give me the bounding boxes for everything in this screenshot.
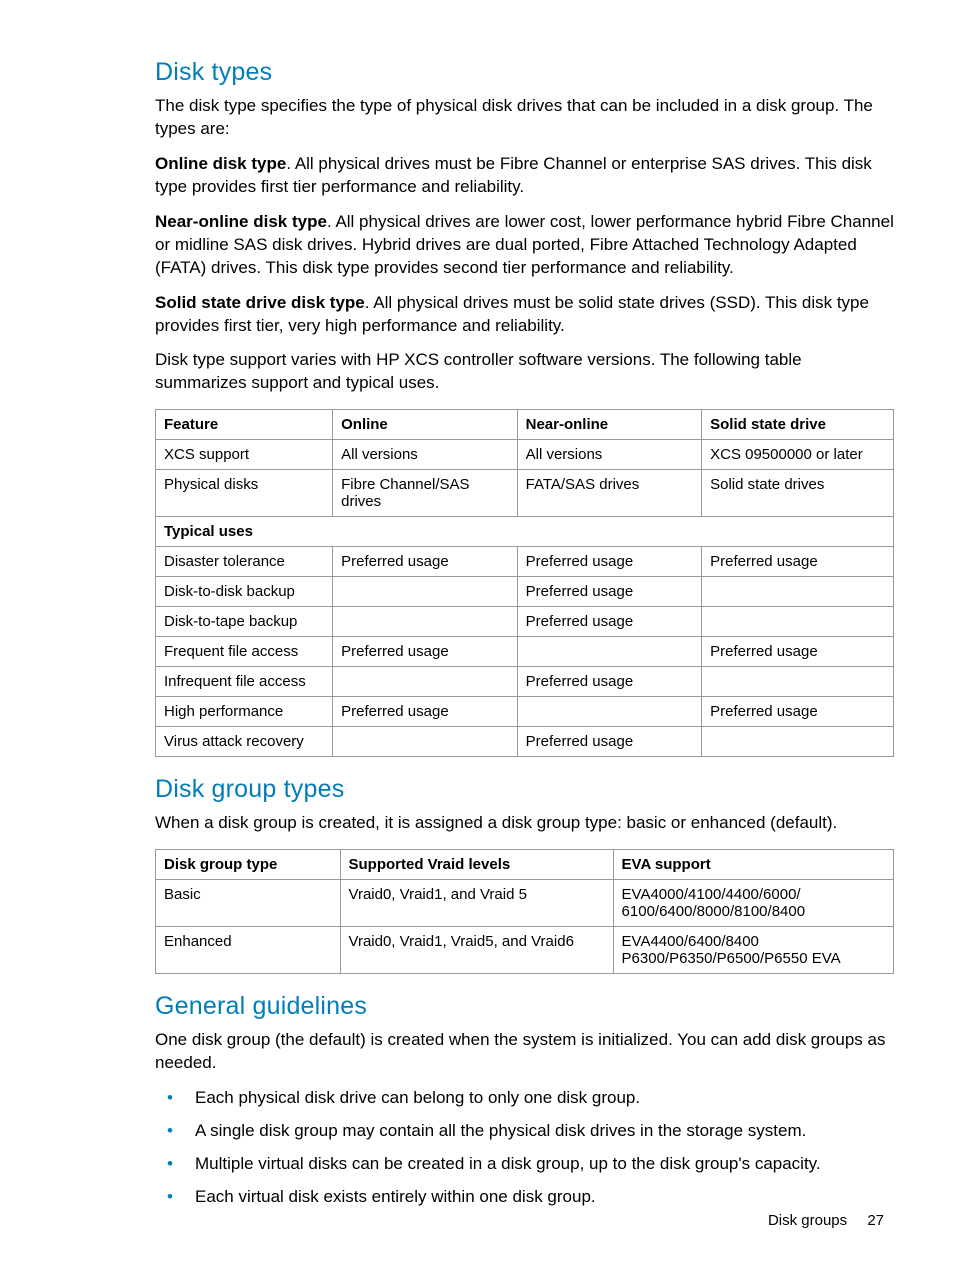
table-row: High performance Preferred usage Preferr… — [156, 697, 894, 727]
table-cell: FATA/SAS drives — [517, 470, 702, 517]
table-cell: Virus attack recovery — [156, 727, 333, 757]
table-cell — [702, 667, 894, 697]
heading-general-guidelines: General guidelines — [155, 992, 894, 1021]
table-cell: Preferred usage — [702, 697, 894, 727]
table-cell — [702, 607, 894, 637]
column-header: Solid state drive — [702, 410, 894, 440]
table-row: Physical disks Fibre Channel/SAS drives … — [156, 470, 894, 517]
column-header: Feature — [156, 410, 333, 440]
table-cell: Disk-to-tape backup — [156, 607, 333, 637]
column-header: EVA support — [613, 850, 893, 880]
body-text: Online disk type. All physical drives mu… — [155, 153, 894, 199]
table-row: Basic Vraid0, Vraid1, and Vraid 5 EVA400… — [156, 880, 894, 927]
column-header: Online — [333, 410, 518, 440]
list-item: Each physical disk drive can belong to o… — [155, 1087, 894, 1110]
table-cell — [333, 727, 518, 757]
list-item: A single disk group may contain all the … — [155, 1120, 894, 1143]
table-cell: Preferred usage — [333, 697, 518, 727]
disk-group-types-table: Disk group type Supported Vraid levels E… — [155, 849, 894, 974]
table-row: XCS support All versions All versions XC… — [156, 440, 894, 470]
table-cell: Preferred usage — [333, 637, 518, 667]
table-cell: EVA4400/6400/8400 P6300/P6350/P6500/P655… — [613, 927, 893, 974]
table-cell: Disaster tolerance — [156, 547, 333, 577]
table-cell: XCS 09500000 or later — [702, 440, 894, 470]
table-cell: Preferred usage — [333, 547, 518, 577]
guidelines-list: Each physical disk drive can belong to o… — [155, 1087, 894, 1209]
term-near-online: Near-online disk type — [155, 212, 327, 231]
document-page: Disk types The disk type specifies the t… — [0, 0, 954, 1271]
column-header: Near-online — [517, 410, 702, 440]
body-text: Near-online disk type. All physical driv… — [155, 211, 894, 280]
table-cell: Vraid0, Vraid1, Vraid5, and Vraid6 — [340, 927, 613, 974]
table-cell — [702, 577, 894, 607]
table-cell: Infrequent file access — [156, 667, 333, 697]
column-header: Supported Vraid levels — [340, 850, 613, 880]
body-text: The disk type specifies the type of phys… — [155, 95, 894, 141]
table-cell: Disk-to-disk backup — [156, 577, 333, 607]
table-cell: All versions — [333, 440, 518, 470]
table-cell: Preferred usage — [517, 577, 702, 607]
table-cell: Preferred usage — [517, 667, 702, 697]
table-cell — [517, 637, 702, 667]
table-cell: Preferred usage — [702, 547, 894, 577]
table-cell: Vraid0, Vraid1, and Vraid 5 — [340, 880, 613, 927]
body-text: When a disk group is created, it is assi… — [155, 812, 894, 835]
table-cell — [333, 577, 518, 607]
table-cell: EVA4000/4100/4400/6000/ 6100/6400/8000/8… — [613, 880, 893, 927]
table-cell: High performance — [156, 697, 333, 727]
table-row: Infrequent file access Preferred usage — [156, 667, 894, 697]
table-row: Disk-to-disk backup Preferred usage — [156, 577, 894, 607]
table-cell: Fibre Channel/SAS drives — [333, 470, 518, 517]
heading-disk-types: Disk types — [155, 58, 894, 87]
table-cell — [702, 727, 894, 757]
list-item: Multiple virtual disks can be created in… — [155, 1153, 894, 1176]
heading-disk-group-types: Disk group types — [155, 775, 894, 804]
table-cell: Enhanced — [156, 927, 341, 974]
disk-types-table: Feature Online Near-online Solid state d… — [155, 409, 894, 757]
body-text: One disk group (the default) is created … — [155, 1029, 894, 1075]
page-number: 27 — [867, 1212, 884, 1229]
body-text: Disk type support varies with HP XCS con… — [155, 349, 894, 395]
table-cell: Preferred usage — [702, 637, 894, 667]
table-row: Virus attack recovery Preferred usage — [156, 727, 894, 757]
table-cell: Preferred usage — [517, 727, 702, 757]
table-cell: XCS support — [156, 440, 333, 470]
list-item: Each virtual disk exists entirely within… — [155, 1186, 894, 1209]
table-cell: All versions — [517, 440, 702, 470]
table-cell — [333, 607, 518, 637]
term-ssd: Solid state drive disk type — [155, 293, 365, 312]
table-cell: Preferred usage — [517, 607, 702, 637]
term-online: Online disk type — [155, 154, 286, 173]
table-cell: Preferred usage — [517, 547, 702, 577]
table-row: Typical uses — [156, 517, 894, 547]
column-header: Disk group type — [156, 850, 341, 880]
table-cell — [333, 667, 518, 697]
table-cell: Basic — [156, 880, 341, 927]
table-row: Disk group type Supported Vraid levels E… — [156, 850, 894, 880]
body-text: Solid state drive disk type. All physica… — [155, 292, 894, 338]
table-row: Disk-to-tape backup Preferred usage — [156, 607, 894, 637]
table-row: Disaster tolerance Preferred usage Prefe… — [156, 547, 894, 577]
table-cell: Solid state drives — [702, 470, 894, 517]
table-row: Feature Online Near-online Solid state d… — [156, 410, 894, 440]
table-row: Enhanced Vraid0, Vraid1, Vraid5, and Vra… — [156, 927, 894, 974]
table-row: Frequent file access Preferred usage Pre… — [156, 637, 894, 667]
table-cell: Physical disks — [156, 470, 333, 517]
page-footer: Disk groups 27 — [768, 1212, 884, 1229]
table-subheader: Typical uses — [156, 517, 894, 547]
footer-label: Disk groups — [768, 1212, 847, 1229]
table-cell: Frequent file access — [156, 637, 333, 667]
table-cell — [517, 697, 702, 727]
